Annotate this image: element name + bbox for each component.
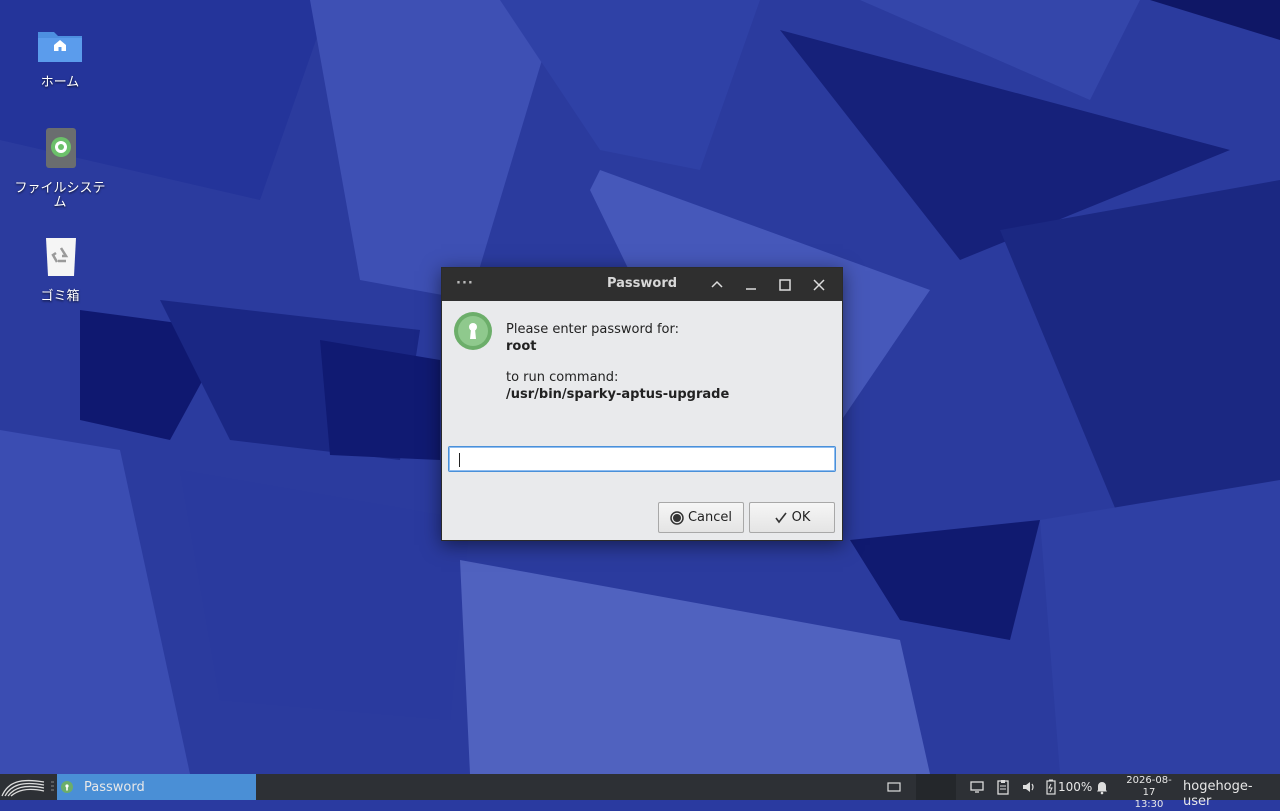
keyhole-icon <box>61 781 73 793</box>
desktop-icon-label: ファイルシステム <box>14 181 106 210</box>
notifications-tray-button[interactable] <box>1094 774 1110 800</box>
task-label: Password <box>84 779 145 795</box>
shade-button[interactable] <box>706 274 728 296</box>
desktop-icon-home[interactable]: ホーム <box>5 22 115 90</box>
dialog-message: Please enter password for: root to run c… <box>506 321 729 403</box>
minimize-button[interactable] <box>740 274 762 296</box>
workspace-switcher[interactable] <box>916 774 956 800</box>
minimize-icon <box>746 288 756 290</box>
app-menu-button[interactable] <box>0 774 48 800</box>
target-user: root <box>506 339 537 354</box>
battery-percent: 100% <box>1058 780 1093 794</box>
password-dialog: ··· Password Please enter password for: … <box>441 267 843 541</box>
clock-time: 13:30 <box>1134 799 1164 810</box>
clipboard-icon <box>997 780 1009 795</box>
cancel-label: Cancel <box>687 510 733 525</box>
sparky-logo-icon <box>1 779 45 797</box>
clock[interactable]: 2026-08-17 13:30 <box>1120 775 1178 811</box>
command-prompt-text: to run command: <box>506 370 619 385</box>
filesystem-drive-icon <box>36 128 84 176</box>
cancel-button[interactable]: Cancel <box>658 502 744 533</box>
clock-date: 2026-08-17 <box>1126 775 1172 798</box>
desktop-icon-trash[interactable]: ゴミ箱 <box>5 236 115 304</box>
display-icon <box>970 781 984 793</box>
password-input[interactable] <box>448 446 836 472</box>
text-caret <box>459 453 460 467</box>
ok-label: OK <box>791 510 811 525</box>
close-button[interactable] <box>808 274 830 296</box>
speaker-icon <box>1023 782 1034 792</box>
clipboard-tray-button[interactable] <box>995 774 1011 800</box>
taskbar: Password 100% 2026-08-17 13:30 hogehoge-… <box>0 774 1280 810</box>
taskbar-task-password[interactable]: Password <box>57 774 256 800</box>
taskbar-separator <box>50 774 55 800</box>
workspace-icon <box>887 782 901 792</box>
keyhole-icon <box>453 311 493 351</box>
home-folder-icon <box>36 22 84 70</box>
volume-tray-button[interactable] <box>1021 774 1037 800</box>
checkmark-icon <box>774 512 787 523</box>
maximize-button[interactable] <box>774 274 796 296</box>
display-tray-button[interactable] <box>969 774 985 800</box>
close-icon <box>813 279 825 291</box>
cancel-icon <box>670 510 684 525</box>
prompt-text: Please enter password for: <box>506 322 680 337</box>
maximize-icon <box>779 279 791 291</box>
desktop-icon-label: ホーム <box>40 75 80 90</box>
desktop-icon-label: ゴミ箱 <box>40 289 80 304</box>
battery-tray-button[interactable]: 100% <box>1046 774 1092 800</box>
command-path: /usr/bin/sparky-aptus-upgrade <box>506 387 730 402</box>
desktop-icon-filesystem[interactable]: ファイルシステム <box>5 128 115 210</box>
dialog-titlebar[interactable]: ··· Password <box>442 268 842 301</box>
trash-icon <box>36 236 84 284</box>
chevron-up-icon <box>711 280 723 288</box>
battery-icon <box>1046 779 1056 795</box>
ok-button[interactable]: OK <box>749 502 835 533</box>
show-desktop-button[interactable] <box>874 774 914 800</box>
user-menu[interactable]: hogehoge-user <box>1183 779 1280 809</box>
bell-icon <box>1097 782 1107 795</box>
